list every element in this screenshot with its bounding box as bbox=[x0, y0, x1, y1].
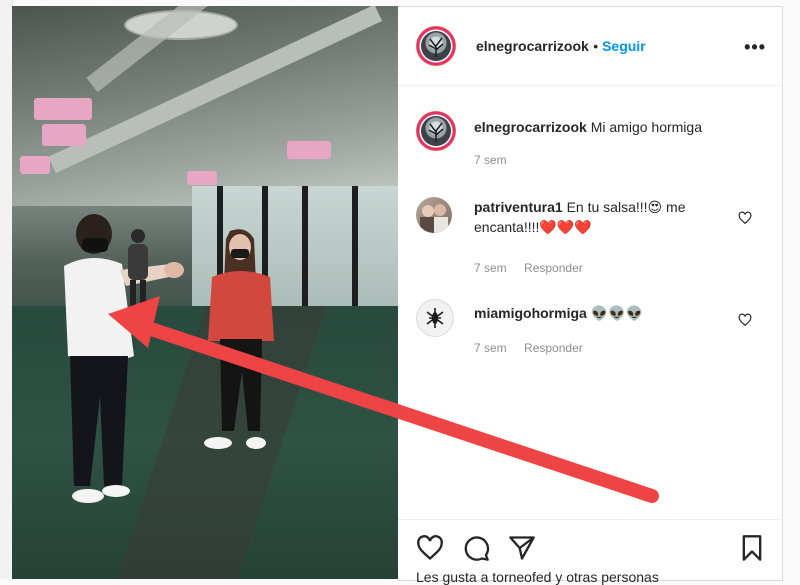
commenter-username[interactable]: miamigohormiga bbox=[474, 305, 587, 321]
instagram-post-window: elnegrocarrizook • Seguir ••• elnegrocar… bbox=[0, 0, 800, 585]
post-actions-bar bbox=[398, 519, 782, 570]
like-comment-heart-icon[interactable] bbox=[738, 211, 752, 225]
reply-button[interactable]: Responder bbox=[524, 341, 583, 355]
likes-summary[interactable]: Les gusta a torneofed y otras personas bbox=[416, 569, 659, 585]
caption-meta: 7 sem bbox=[474, 153, 521, 167]
woman-figure bbox=[204, 229, 274, 449]
tree-icon bbox=[428, 37, 444, 57]
like-comment-heart-icon[interactable] bbox=[738, 313, 752, 327]
save-bookmark-icon[interactable] bbox=[738, 534, 766, 562]
comment-item: miamigohormiga 👽👽👽 7 sem Responder bbox=[398, 295, 782, 365]
comment-meta: 7 sem Responder bbox=[474, 341, 597, 355]
author-username[interactable]: elnegrocarrizook bbox=[476, 38, 589, 54]
commenter-avatar[interactable] bbox=[416, 197, 452, 233]
follow-button[interactable]: Seguir bbox=[602, 38, 646, 54]
like-heart-icon[interactable] bbox=[416, 534, 444, 562]
more-options-button[interactable]: ••• bbox=[744, 37, 766, 58]
pink-light bbox=[42, 124, 86, 146]
heart-eyes-emoji: 😍 bbox=[647, 199, 663, 215]
author-avatar[interactable] bbox=[416, 26, 456, 66]
comment-time[interactable]: 7 sem bbox=[474, 341, 507, 355]
commenter-username[interactable]: patriventura1 bbox=[474, 199, 563, 215]
ant-icon bbox=[426, 308, 444, 328]
tree-icon bbox=[428, 122, 444, 142]
alien-emoji: 👽👽👽 bbox=[590, 305, 643, 321]
post-side-panel: elnegrocarrizook • Seguir ••• elnegrocar… bbox=[398, 6, 783, 585]
comment-item: patriventura1 En tu salsa!!!😍 me encanta… bbox=[398, 193, 782, 275]
commenter-avatar[interactable] bbox=[416, 299, 454, 337]
man-figure bbox=[64, 214, 184, 503]
post-video[interactable] bbox=[12, 6, 398, 579]
caption-body: Mi amigo hormiga bbox=[590, 119, 702, 135]
people-photo-icon bbox=[420, 204, 448, 233]
share-icon[interactable] bbox=[508, 534, 536, 562]
pink-light bbox=[34, 98, 92, 120]
comment-icon[interactable] bbox=[462, 534, 490, 562]
comment-text: patriventura1 En tu salsa!!!😍 me encanta… bbox=[474, 199, 686, 235]
comment-meta: 7 sem Responder bbox=[474, 261, 597, 275]
comment-time[interactable]: 7 sem bbox=[474, 261, 507, 275]
caption-row: elnegrocarrizook Mi amigo hormiga 7 sem bbox=[398, 107, 782, 177]
background-person bbox=[128, 229, 148, 310]
header-user-line: elnegrocarrizook • Seguir bbox=[476, 38, 646, 56]
pink-light bbox=[187, 171, 217, 185]
pink-light bbox=[287, 141, 331, 159]
caption-username[interactable]: elnegrocarrizook bbox=[474, 119, 587, 135]
caption-avatar[interactable] bbox=[416, 111, 456, 151]
separator-dot: • bbox=[593, 38, 603, 54]
hearts-emoji: ❤️❤️❤️ bbox=[539, 219, 592, 235]
reply-button[interactable]: Responder bbox=[524, 261, 583, 275]
pink-light bbox=[20, 156, 50, 174]
caption-time[interactable]: 7 sem bbox=[474, 153, 507, 167]
caption-text: elnegrocarrizook Mi amigo hormiga bbox=[474, 117, 734, 137]
post-header: elnegrocarrizook • Seguir ••• bbox=[398, 7, 782, 86]
comment-text: miamigohormiga 👽👽👽 bbox=[474, 303, 734, 323]
